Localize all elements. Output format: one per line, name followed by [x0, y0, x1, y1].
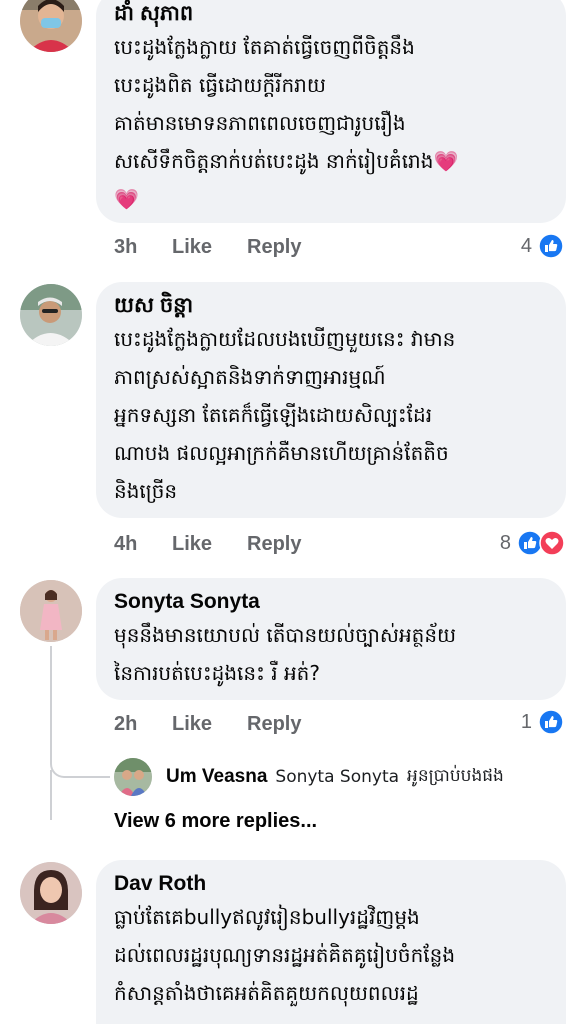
comment-author[interactable]: ដាំ សុភាព — [114, 0, 548, 28]
comment-actions: 2h Like Reply — [114, 709, 347, 739]
avatar[interactable] — [114, 758, 152, 796]
view-more-replies-link[interactable]: View 6 more replies... — [114, 810, 317, 833]
like-reaction-icon — [538, 709, 564, 735]
reaction-count: 4 — [520, 234, 532, 257]
comment-time[interactable]: 2h — [114, 713, 172, 736]
reply-button[interactable]: Reply — [247, 533, 347, 556]
avatar[interactable] — [20, 580, 82, 642]
comment-text: ធ្លាប់តែគេbullyឥលូវរៀនbullyរដ្ឋវិញម្ដង ដ… — [114, 905, 456, 1005]
reply-author[interactable]: Um Veasna — [166, 766, 267, 788]
comment-author[interactable]: Dav Roth — [114, 870, 548, 898]
profile-photo-icon — [20, 0, 82, 52]
reaction-summary[interactable]: 8 — [500, 528, 565, 558]
love-reaction-icon — [539, 530, 565, 556]
comment-text: មុននឹងមានយោបល់ តើបានយល់ច្បាស់អត្ថន័យ នៃក… — [114, 623, 457, 685]
comment-actions: 3h Like Reply — [114, 232, 347, 262]
like-button[interactable]: Like — [172, 533, 247, 556]
comment-actions: 4h Like Reply — [114, 529, 347, 559]
like-button[interactable]: Like — [172, 236, 247, 259]
reaction-count: 1 — [520, 710, 532, 733]
reaction-summary[interactable]: 1 — [521, 707, 564, 737]
profile-photo-icon — [20, 284, 82, 346]
comment-author[interactable]: Sonyta Sonyta — [114, 588, 548, 616]
reply-button[interactable]: Reply — [247, 713, 347, 736]
comment-bubble: យស ចិន្តា បេះដូងក្លែងក្លាយដែលបងឃើញមួយនេះ… — [96, 282, 566, 518]
reply-text: អូនប្រាប់បងផង — [407, 765, 504, 786]
comment-text: បេះដូងក្លែងក្លាយ តែគាត់ធ្វើចេញពីចិត្តនឹង… — [114, 35, 459, 211]
reply-preview[interactable]: Um Veasna Sonyta Sonyta អូនប្រាប់បងផង — [114, 757, 504, 797]
like-reaction-icon — [538, 233, 564, 259]
comment-bubble: ដាំ សុភាព បេះដូងក្លែងក្លាយ តែគាត់ធ្វើចេញ… — [96, 0, 566, 223]
avatar[interactable] — [20, 0, 82, 52]
comment-time[interactable]: 4h — [114, 533, 172, 556]
comment-author[interactable]: យស ចិន្តា — [114, 292, 548, 320]
avatar[interactable] — [20, 284, 82, 346]
profile-photo-icon — [20, 862, 82, 924]
reaction-count: 8 — [499, 531, 511, 554]
reaction-summary[interactable]: 4 — [521, 231, 564, 261]
thread-connector — [50, 646, 110, 778]
like-button[interactable]: Like — [172, 713, 247, 736]
comment-time[interactable]: 3h — [114, 236, 172, 259]
reply-button[interactable]: Reply — [247, 236, 347, 259]
comment-bubble: Dav Roth ធ្លាប់តែគេbullyឥលូវរៀនbullyរដ្ឋ… — [96, 860, 566, 1024]
reply-mention[interactable]: Sonyta Sonyta — [275, 767, 399, 787]
profile-photo-icon — [20, 580, 82, 642]
avatar[interactable] — [20, 862, 82, 924]
comment-text: បេះដូងក្លែងក្លាយដែលបងឃើញមួយនេះ វាមាន ភាព… — [114, 327, 456, 503]
comment-bubble: Sonyta Sonyta មុននឹងមានយោបល់ តើបានយល់ច្ប… — [96, 578, 566, 700]
thread-connector — [50, 770, 52, 820]
profile-photo-icon — [114, 758, 152, 796]
